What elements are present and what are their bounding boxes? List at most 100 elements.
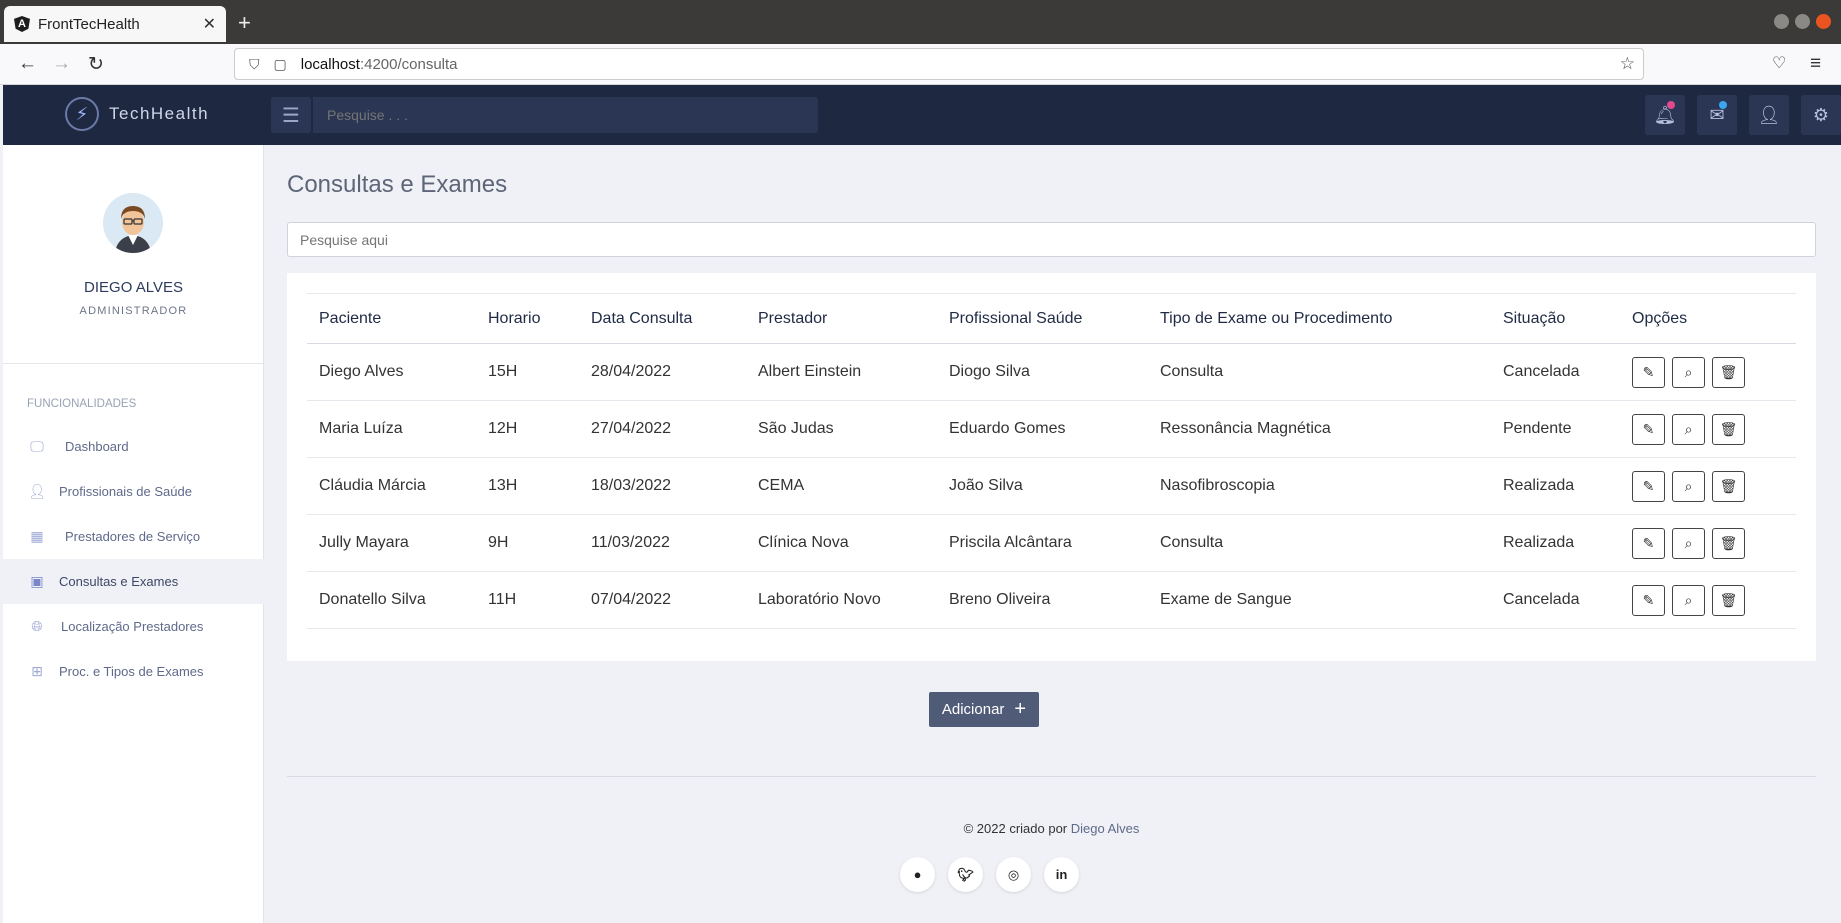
table-cell: Realizada <box>1491 514 1620 572</box>
plus-square-icon: ⊞ <box>31 663 43 679</box>
user-name: DIEGO ALVES <box>84 279 183 296</box>
sidebar-item-localizacao[interactable]: 🌐︎ Localização Prestadores <box>3 604 264 649</box>
reload-icon[interactable]: ↻ <box>88 53 104 76</box>
mail-dot <box>1719 101 1727 109</box>
edit-icon[interactable]: ✎ <box>1632 470 1665 502</box>
back-arrow-icon[interactable]: ← <box>18 53 37 75</box>
bookmark-star-icon[interactable]: ☆ <box>1620 54 1635 74</box>
search-icon[interactable]: ⌕ <box>1672 584 1705 616</box>
twitter-icon[interactable]: 🐦︎ <box>948 857 983 892</box>
github-icon[interactable]: ● <box>900 857 935 892</box>
browser-tab[interactable]: A FrontTecHealth ✕ <box>4 6 226 42</box>
user-md-icon: 👤︎ <box>28 483 46 499</box>
linkedin-icon[interactable]: in <box>1044 857 1079 892</box>
search-icon[interactable]: ⌕ <box>1672 413 1705 445</box>
sidebar-item-label: Prestadores de Serviço <box>65 529 201 544</box>
column-header: Profissional Saúde <box>937 293 1148 344</box>
shield-icon: ⛉ <box>249 55 260 72</box>
pocket-icon[interactable]: ♡ <box>1772 53 1786 73</box>
footer-copyright: © 2022 criado por Diego Alves <box>287 821 1816 836</box>
table-row: Cláudia Márcia 13H 18/03/2022 CEMA João Silv… <box>307 457 1796 515</box>
row-actions: ✎ ⌕ 🗑︎ <box>1632 584 1796 616</box>
bolt-icon: ⚡ <box>65 97 99 131</box>
trash-icon[interactable]: 🗑︎ <box>1712 584 1745 616</box>
avatar[interactable] <box>103 193 163 253</box>
menu-icon[interactable]: ≡ <box>1810 53 1821 75</box>
table-cell: Cancelada <box>1491 343 1620 401</box>
edit-icon[interactable]: ✎ <box>1632 527 1665 559</box>
edit-icon[interactable]: ✎ <box>1632 356 1665 388</box>
search-icon[interactable]: ⌕ <box>1672 356 1705 388</box>
add-button[interactable]: Adicionar + <box>929 692 1039 727</box>
table-cell: Realizada <box>1491 457 1620 515</box>
table-row: Maria Luíza 12H 27/04/2022 São Judas Eduardo… <box>307 400 1796 458</box>
trash-icon[interactable]: 🗑︎ <box>1712 527 1745 559</box>
browser-nav-bar: ← → ↻ ⛉ ▢ localhost :4200/consulta ☆ ♡ ≡ <box>0 44 1841 85</box>
tab-close-icon[interactable]: ✕ <box>203 14 216 34</box>
table-cell: Nasofibroscopia <box>1148 457 1491 515</box>
table-cell: 12H <box>476 400 579 458</box>
table-row: Jully Mayara 9H 11/03/2022 Clínica Nova Pris… <box>307 514 1796 572</box>
column-header: Opções <box>1620 293 1796 344</box>
sidebar-item-consultas[interactable]: ▣ Consultas e Exames <box>3 559 264 604</box>
search-icon[interactable]: ⌕ <box>1672 470 1705 502</box>
row-actions: ✎ ⌕ 🗑︎ <box>1632 413 1796 445</box>
trash-icon[interactable]: 🗑︎ <box>1712 356 1745 388</box>
edit-icon[interactable]: ✎ <box>1632 584 1665 616</box>
mail-icon[interactable]: ✉ <box>1697 95 1737 135</box>
sidebar-item-label: Consultas e Exames <box>59 574 179 589</box>
search-input[interactable] <box>287 222 1816 257</box>
column-header: Tipo de Exame ou Procedimento <box>1148 293 1491 344</box>
options-cell: ✎ ⌕ 🗑︎ <box>1620 343 1796 401</box>
hospital-icon: ▦ <box>30 528 44 544</box>
close-window-button[interactable] <box>1816 14 1831 29</box>
table-cell: Cancelada <box>1491 571 1620 629</box>
header-search-input[interactable] <box>313 97 818 133</box>
table-cell: Pendente <box>1491 400 1620 458</box>
sidebar-item-prestadores[interactable]: ▦ Prestadores de Serviço <box>3 514 264 559</box>
table-cell: Maria Luíza <box>307 400 476 458</box>
table-cell: Priscila Alcântara <box>937 514 1148 572</box>
minimize-button[interactable] <box>1774 14 1789 29</box>
edit-icon[interactable]: ✎ <box>1632 413 1665 445</box>
table-cell: 15H <box>476 343 579 401</box>
table-cell: 18/03/2022 <box>579 457 746 515</box>
settings-gear-icon[interactable]: ⚙ <box>1801 95 1841 135</box>
brand-name: TechHealth <box>109 104 210 123</box>
forward-arrow-icon[interactable]: → <box>52 53 71 75</box>
hamburger-menu-icon[interactable]: ☰ <box>271 97 311 133</box>
browser-tab-bar: A FrontTecHealth ✕ + <box>0 0 1841 44</box>
table-cell: João Silva <box>937 457 1148 515</box>
user-icon[interactable]: 👤︎ <box>1749 95 1789 135</box>
author-link[interactable]: Diego Alves <box>1071 821 1140 836</box>
table-header-row: Paciente Horario Data Consulta Prestador… <box>307 293 1796 344</box>
column-header: Data Consulta <box>579 293 746 344</box>
table-cell: 11/03/2022 <box>579 514 746 572</box>
table-cell: 07/04/2022 <box>579 571 746 629</box>
brand-logo[interactable]: ⚡ TechHealth <box>65 97 209 131</box>
table-cell: Diogo Silva <box>937 343 1148 401</box>
maximize-button[interactable] <box>1795 14 1810 29</box>
options-cell: ✎ ⌕ 🗑︎ <box>1620 514 1796 572</box>
options-cell: ✎ ⌕ 🗑︎ <box>1620 457 1796 515</box>
new-tab-button[interactable]: + <box>238 10 251 36</box>
sidebar-item-profissionais[interactable]: 👤︎ Profissionais de Saúde <box>3 469 264 514</box>
url-bar[interactable]: ⛉ ▢ localhost :4200/consulta ☆ <box>234 48 1644 80</box>
column-header: Horario <box>476 293 579 344</box>
sidebar: DIEGO ALVES ADMINISTRADOR FUNCIONALIDADE… <box>3 145 264 923</box>
sidebar-item-dashboard[interactable]: 🖵 Dashboard <box>3 424 264 469</box>
table-cell: 9H <box>476 514 579 572</box>
instagram-icon[interactable]: ◎ <box>996 857 1031 892</box>
trash-icon[interactable]: 🗑︎ <box>1712 413 1745 445</box>
search-icon[interactable]: ⌕ <box>1672 527 1705 559</box>
table-cell: 27/04/2022 <box>579 400 746 458</box>
column-header: Prestador <box>746 293 937 344</box>
table-cell: Clínica Nova <box>746 514 937 572</box>
sidebar-item-proc-tipos[interactable]: ⊞ Proc. e Tipos de Exames <box>3 649 264 694</box>
window-controls <box>1774 14 1831 29</box>
trash-icon[interactable]: 🗑︎ <box>1712 470 1745 502</box>
notification-dot <box>1667 101 1675 109</box>
table-cell: Consulta <box>1148 514 1491 572</box>
notifications-bell-icon[interactable]: 🔔︎ <box>1645 95 1685 135</box>
monitor-icon: 🖵 <box>30 438 44 454</box>
